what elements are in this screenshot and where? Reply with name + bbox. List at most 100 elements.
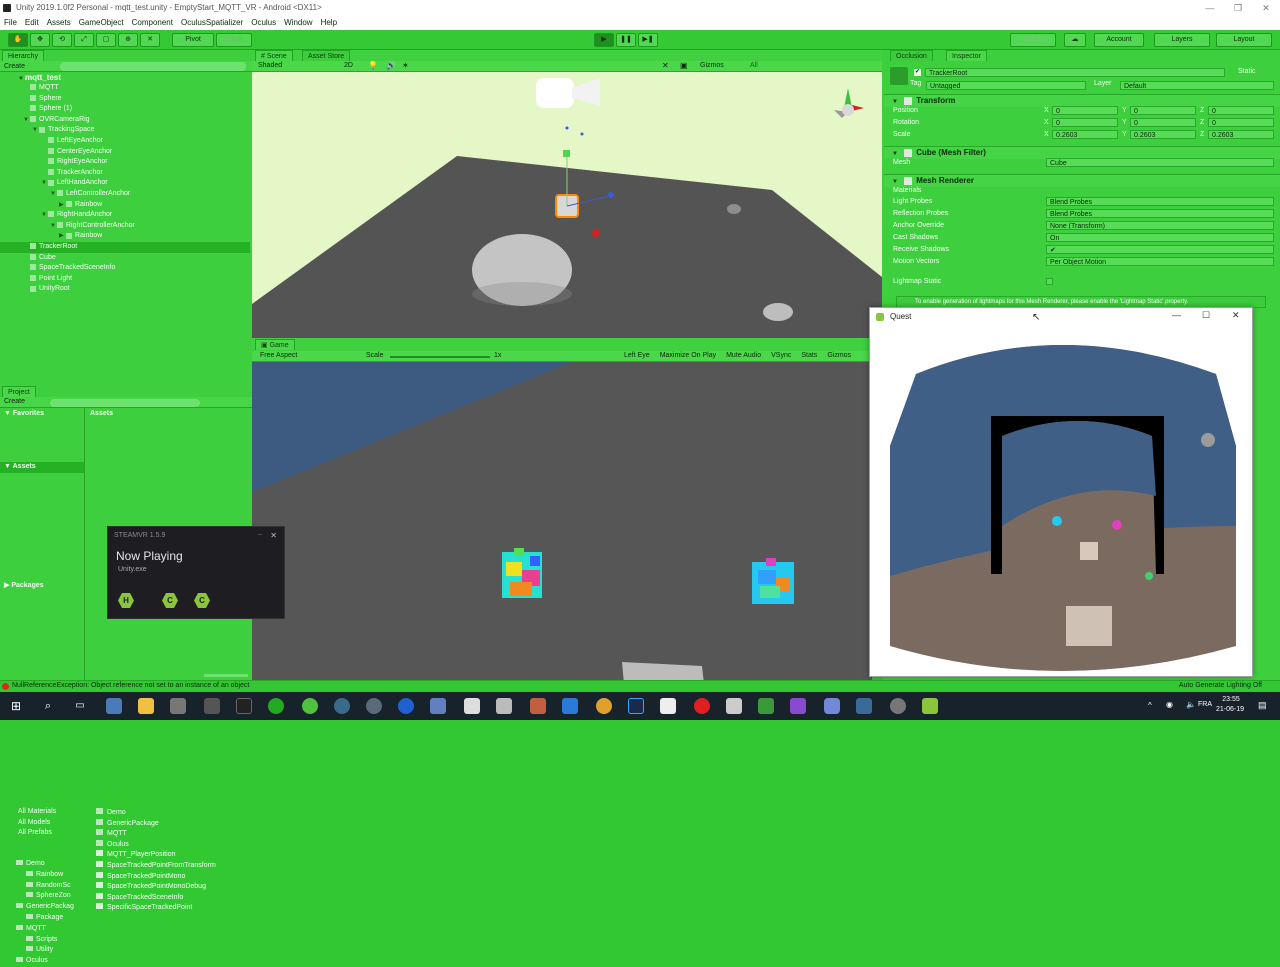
effects-toggle-icon[interactable]: ✶	[402, 61, 409, 70]
project-folder[interactable]: Utility	[26, 945, 53, 956]
menu-item-oculusspatializer[interactable]: OculusSpatializer	[177, 16, 247, 30]
renderer-row-value[interactable]: ✔	[1046, 245, 1274, 254]
tab-project[interactable]: Project	[2, 386, 36, 397]
close-icon[interactable]: ✕	[1252, 0, 1280, 16]
transform-scale-y-field[interactable]: 0.2603	[1130, 130, 1196, 139]
hierarchy-item[interactable]: Sphere (1)	[0, 104, 250, 115]
quest-title-bar[interactable]: Quest — ☐ ✕	[870, 308, 1252, 326]
app-orange-icon[interactable]	[530, 698, 546, 714]
custom-tool-button[interactable]: ✕	[140, 33, 160, 47]
project-search-input[interactable]	[50, 399, 200, 407]
play-button[interactable]: ▶	[594, 33, 614, 47]
unity-icon[interactable]	[726, 698, 742, 714]
project-folder[interactable]: Scripts	[26, 935, 57, 946]
icon-size-slider[interactable]	[204, 674, 248, 677]
photoshop-icon[interactable]	[628, 698, 644, 714]
static-checkbox[interactable]: Static	[1238, 68, 1256, 75]
pause-button[interactable]: ❚❚	[616, 33, 636, 47]
steamvr-icon[interactable]	[890, 698, 906, 714]
menu-item-gameobject[interactable]: GameObject	[75, 16, 128, 30]
asset-item[interactable]: SpaceTrackedPointMono	[96, 871, 185, 883]
favorites-header[interactable]: ▼ Favorites	[4, 410, 44, 417]
app-gear-icon[interactable]	[366, 698, 382, 714]
hierarchy-create-button[interactable]: Create	[4, 62, 25, 71]
aspect-dropdown[interactable]: Free Aspect	[260, 352, 297, 359]
transform-scale-x-field[interactable]: 0.2603	[1052, 130, 1118, 139]
mesh-renderer-header[interactable]: ▼ Mesh Renderer	[884, 174, 1280, 187]
object-name-field[interactable]: TrackerRoot	[925, 68, 1225, 77]
quest-close-icon[interactable]: ✕	[1232, 310, 1240, 321]
packages-folder[interactable]: ▶ Packages	[4, 581, 44, 589]
asset-item[interactable]: MQTT_PlayerPosition	[96, 850, 175, 861]
game-option-gizmos[interactable]: Gizmos	[827, 352, 851, 359]
account-dropdown[interactable]: Account	[1094, 33, 1144, 47]
console-error-text[interactable]: NullReferenceException: Object reference…	[12, 682, 249, 689]
asset-item[interactable]: SpecificSpaceTrackedPoint	[96, 903, 192, 914]
hierarchy-item[interactable]: ▶ Rainbow	[0, 200, 250, 211]
expand-arrow-icon[interactable]: ▼	[50, 189, 57, 200]
transform-rotation-z-field[interactable]: 0	[1208, 118, 1274, 127]
project-folder[interactable]: Oculus	[16, 956, 48, 967]
hierarchy-item[interactable]: ▼ RightHandAnchor	[0, 210, 250, 221]
network-icon[interactable]: ◉	[1166, 700, 1173, 709]
game-option-maximize-on-play[interactable]: Maximize On Play	[660, 352, 716, 359]
game-option-left-eye[interactable]: Left Eye	[624, 352, 650, 359]
scene-search-input[interactable]: All	[750, 62, 758, 69]
hierarchy-item[interactable]: TrackerRoot	[0, 242, 250, 253]
project-folder[interactable]: Rainbow	[26, 870, 63, 881]
chrome-icon[interactable]	[596, 698, 612, 714]
app-white-icon[interactable]	[660, 698, 676, 714]
controller-status-icon[interactable]: C	[162, 593, 178, 608]
layer-dropdown[interactable]: Default	[1120, 81, 1274, 90]
steamvr-minimize-icon[interactable]: –	[258, 531, 262, 538]
hierarchy-item[interactable]: UnityRoot	[0, 284, 250, 295]
favorite-item[interactable]: All Materials	[18, 807, 56, 818]
hierarchy-item[interactable]: RightEyeAnchor	[0, 157, 250, 168]
expand-arrow-icon[interactable]: ▼	[41, 178, 48, 189]
camera-icon[interactable]: ▣	[680, 61, 688, 70]
steamvr-close-icon[interactable]: ✕	[270, 531, 277, 540]
expand-arrow-icon[interactable]: ▼	[23, 115, 30, 126]
project-folder[interactable]: SphereZon	[26, 891, 71, 902]
menu-item-assets[interactable]: Assets	[43, 16, 75, 30]
tray-chevron-icon[interactable]: ^	[1148, 701, 1152, 710]
maps-icon[interactable]	[398, 698, 414, 714]
tab-occlusion[interactable]: Occlusion	[890, 50, 933, 61]
project-folder[interactable]: RandomSc	[26, 881, 71, 892]
hierarchy-item[interactable]: MQTT	[0, 83, 250, 94]
app-notepad-icon[interactable]	[758, 698, 774, 714]
project-folder[interactable]: GenericPackag	[16, 902, 74, 913]
transform-rotation-y-field[interactable]: 0	[1130, 118, 1196, 127]
zed-explorer-icon[interactable]	[496, 698, 512, 714]
file-explorer-icon[interactable]	[138, 698, 154, 714]
hierarchy-item[interactable]: Cube	[0, 253, 250, 264]
transform-scale-z-field[interactable]: 0.2603	[1208, 130, 1274, 139]
game-option-vsync[interactable]: VSync	[771, 352, 791, 359]
clock-time[interactable]: 23:55	[1216, 696, 1246, 703]
terminal-icon[interactable]	[236, 698, 252, 714]
asset-item[interactable]: Oculus	[96, 839, 129, 851]
app-window-icon[interactable]	[856, 698, 872, 714]
renderer-row-value[interactable]: Blend Probes	[1046, 209, 1274, 218]
hierarchy-item[interactable]: SpaceTrackedSceneInfo	[0, 263, 250, 274]
renderer-row-value[interactable]: None (Transform)	[1046, 221, 1274, 230]
game-option-mute-audio[interactable]: Mute Audio	[726, 352, 761, 359]
project-folder[interactable]: Package	[26, 913, 63, 924]
asset-item[interactable]: GenericPackage	[96, 818, 159, 830]
expand-arrow-icon[interactable]: ▶	[59, 200, 66, 211]
zed-icon[interactable]	[464, 698, 480, 714]
app-settings-icon[interactable]	[106, 698, 122, 714]
app-git-icon[interactable]	[302, 698, 318, 714]
hierarchy-item[interactable]: Sphere	[0, 94, 250, 105]
layers-dropdown[interactable]: Layers	[1154, 33, 1210, 47]
step-button[interactable]: ▶❚	[638, 33, 658, 47]
app-network-icon[interactable]	[430, 698, 446, 714]
scale-tool-button[interactable]: ⤢	[74, 33, 94, 47]
app-steam-icon[interactable]	[204, 698, 220, 714]
tab-hierarchy[interactable]: Hierarchy	[2, 50, 44, 61]
local-toggle[interactable]: Local	[216, 33, 252, 47]
rotate-tool-button[interactable]: ⟲	[52, 33, 72, 47]
collab-button[interactable]: Collab	[1010, 33, 1056, 47]
tab-asset-store[interactable]: Asset Store	[302, 50, 351, 61]
app-photo-icon[interactable]	[170, 698, 186, 714]
